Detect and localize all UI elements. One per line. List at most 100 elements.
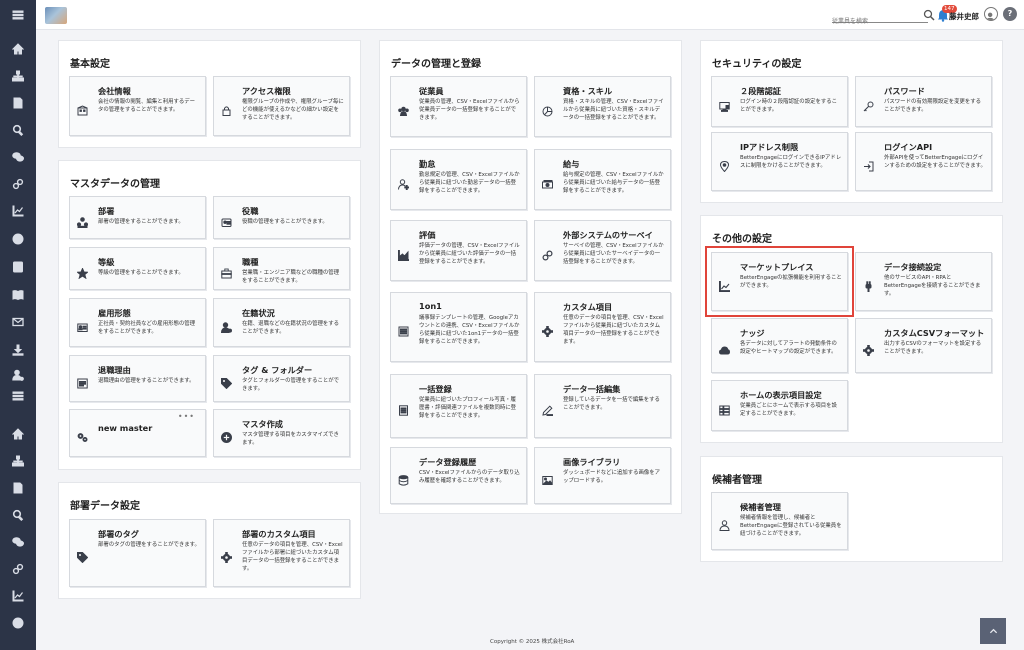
tile-desc: 部署のタグの管理をすることができます。 (98, 542, 200, 548)
tile-create-master[interactable]: マスタ作成 マスタ管理する項目をカスタマイズできます。 (213, 409, 350, 457)
link-icon[interactable] (9, 175, 27, 193)
tile-desc: 勤怠規定の管理、CSV・Excelファイルから従業員に紐づいた勤怠データの一括登… (419, 172, 520, 194)
home-icon[interactable] (9, 425, 27, 443)
tile-salary[interactable]: 給与 給与規定の管理、CSV・Excelファイルから従業員に紐づいた給与データの… (534, 149, 671, 210)
search-icon[interactable] (9, 121, 27, 139)
search-icon[interactable] (923, 9, 935, 21)
employee-search-input[interactable] (832, 14, 928, 29)
tile-employment-type[interactable]: 雇用形態 正社員・契約社員などの雇用形態の管理をすることができます。 (69, 298, 206, 347)
tile-title: 在籍状況 (242, 308, 275, 318)
tile-data-connection[interactable]: データ接続設定 他のサービスのAPI・RPAとBetterEngageを接続する… (855, 252, 992, 311)
more-options-icon[interactable]: ••• (178, 412, 195, 421)
info-icon[interactable] (9, 230, 27, 248)
tile-grade[interactable]: 等級 等級の管理をすることができます。 (69, 247, 206, 290)
location-icon (719, 157, 730, 172)
link-icon[interactable] (9, 560, 27, 578)
mail-icon[interactable] (9, 313, 27, 331)
tile-title: 雇用形態 (98, 308, 131, 318)
download-icon[interactable] (9, 341, 27, 359)
chart-icon[interactable] (9, 587, 27, 605)
tile-title: ログインAPI (884, 142, 933, 152)
tile-qualifications-skills[interactable]: 資格・スキル 資格・スキルの管理、CSV・Excelファイルから従業員に紐づいた… (534, 76, 671, 137)
org-chart-icon[interactable] (9, 67, 27, 85)
chart-icon[interactable] (9, 202, 27, 220)
tile-desc: 従業員の管理、CSV・Excelファイルから従業員データの一括登録をすることがで… (419, 99, 520, 121)
tile-evaluation[interactable]: 評価 評価データの管理、CSV・Excelファイルから従業員に紐づいた評価データ… (390, 220, 527, 281)
tile-desc: 評価データの管理、CSV・Excelファイルから従業員に紐づいた評価データの一括… (419, 243, 520, 265)
tile-department[interactable]: 部署 部署の管理をすることができます。 (69, 196, 206, 239)
tile-import-history[interactable]: データ登録履歴 CSV・Excelファイルからのデータ取り込み履歴を確認すること… (390, 447, 527, 504)
tile-employees[interactable]: 従業員 従業員の管理、CSV・Excelファイルから従業員データの一括登録をする… (390, 76, 527, 137)
company-logo[interactable] (45, 7, 67, 24)
tile-desc: 権限グループの作成や、権限グループ毎にどの機能が使えるかなどの細かい設定をするこ… (242, 99, 344, 121)
tile-nudge[interactable]: ナッジ 各データに対してアラートの発動条件の設定やヒートマップの設定ができます。 (711, 318, 848, 373)
tile-attendance[interactable]: 勤怠 勤怠規定の管理、CSV・Excelファイルから従業員に紐づいた勤怠データの… (390, 149, 527, 210)
tile-marketplace[interactable]: マーケットプレイス BetterEngageの拡張機能を利用することができます。 (705, 246, 854, 317)
tile-bulk-upload[interactable]: 一括登録 従業員に紐づいたプロフィール写真・履歴書・評価関連ファイルを複数同時に… (390, 374, 527, 438)
tile-desc: パスワードの有効期限設定を変更をすることができます。 (884, 99, 982, 113)
tile-title: 退職理由 (98, 365, 131, 375)
tile-title: 従業員 (419, 86, 444, 96)
search-icon[interactable] (9, 506, 27, 524)
tile-one-on-one[interactable]: 1on1 議事録テンプレートの管理、Googleアカウントとの連携、CSV・Ex… (390, 292, 527, 362)
chat-icon[interactable] (9, 148, 27, 166)
tile-title: データ接続設定 (884, 262, 942, 272)
tile-department-tags[interactable]: 部署のタグ 部署のタグの管理をすることができます。 (69, 519, 206, 587)
top-bar: 147 藤井史郎 ? (36, 0, 1024, 30)
info-icon[interactable] (9, 614, 27, 632)
tile-new-master[interactable]: ••• new master (69, 409, 206, 457)
tile-department-custom-fields[interactable]: 部署のカスタム項目 任意のデータの項目を管理、CSV・Excelファイルから部署… (213, 519, 350, 587)
tile-login-api[interactable]: ログインAPI 外部APIを使ってBetterEngageにログインするための設… (855, 132, 992, 191)
tile-two-factor-auth[interactable]: ２段階認証 ログイン時の２段階認証の設定をすることができます。 (711, 76, 848, 127)
tile-desc: タグとフォルダーの管理をすることができます。 (242, 378, 340, 392)
tile-title: 資格・スキル (563, 86, 613, 96)
employee-search (832, 8, 928, 29)
tile-title: 1on1 (419, 301, 442, 311)
tile-ip-restriction[interactable]: IPアドレス制限 BetterEngageにログインできるIPアドレスに制限をか… (711, 132, 848, 191)
tile-title: データ登録履歴 (419, 457, 477, 467)
key-icon (863, 97, 874, 111)
tile-custom-csv-format[interactable]: カスタムCSVフォーマット 出力するCSVのフォーマットを設定することができます… (855, 318, 992, 373)
tile-enrollment-status[interactable]: 在籍状況 在籍、退職などの在籍状況の管理をすることができます。 (213, 298, 350, 347)
tile-image-library[interactable]: 画像ライブラリ ダッシュボードなどに追加する画像をアップロードする。 (534, 447, 671, 504)
tile-password[interactable]: パスワード パスワードの有効期限設定を変更をすることができます。 (855, 76, 992, 127)
book-icon[interactable] (9, 286, 27, 304)
document-icon[interactable] (9, 94, 27, 112)
tile-job-type[interactable]: 職種 営業職・エンジニア職などの職種の管理をすることができます。 (213, 247, 350, 290)
org-chart-icon[interactable] (9, 452, 27, 470)
tile-desc: 会社の情報の閲覧、編集と利用するデータの管理をすることができます。 (98, 99, 196, 113)
help-button[interactable]: ? (1003, 7, 1017, 21)
tile-title: カスタムCSVフォーマット (884, 328, 985, 338)
tile-position[interactable]: 役職 役職の管理をすることができます。 (213, 196, 350, 239)
menu-icon[interactable] (9, 6, 27, 24)
tile-retirement-reason[interactable]: 退職理由 退職理由の管理をすることができます。 (69, 355, 206, 402)
tile-home-display-settings[interactable]: ホームの表示項目設定 従業員ごとにホームで表示する項目を設定することができます。 (711, 380, 848, 431)
tile-access-rights[interactable]: アクセス権限 権限グループの作成や、権限グループ毎にどの機能が使えるかなどの細か… (213, 76, 350, 136)
tile-desc: マスタ管理する項目をカスタマイズできます。 (242, 432, 339, 446)
menu-icon[interactable] (9, 387, 27, 405)
tile-candidate-management[interactable]: 候補者管理 候補者情報を管理し、候補者とBetterEngageに登録されている… (711, 492, 848, 550)
tile-external-survey[interactable]: 外部システムのサーベイ サーベイの管理、CSV・Excelファイルから従業員に紐… (534, 220, 671, 281)
profile-icon[interactable] (9, 258, 27, 276)
tile-title: 役職 (242, 206, 259, 216)
tile-tags-folders[interactable]: タグ & フォルダー タグとフォルダーの管理をすることができます。 (213, 355, 350, 402)
tile-custom-fields[interactable]: カスタム項目 任意のデータの項目を管理、CSV・Excelファイルから従業員に紐… (534, 292, 671, 362)
tile-company-info[interactable]: 会社情報 会社の情報の閲覧、編集と利用するデータの管理をすることができます。 (69, 76, 206, 136)
back-to-top-button[interactable] (980, 618, 1006, 644)
home-icon[interactable] (9, 40, 27, 58)
tile-bulk-edit[interactable]: データ一括編集 登録しているデータを一括で編集をすることができます。 (534, 374, 671, 438)
user-settings-icon[interactable] (9, 366, 27, 384)
chat-icon[interactable] (9, 533, 27, 551)
table-icon (719, 401, 730, 415)
tile-desc: 営業職・エンジニア職などの職種の管理をすることができます。 (242, 270, 340, 284)
security-settings-panel: セキュリティの設定 ２段階認証 ログイン時の２段階認証の設定をすることができます… (700, 40, 1003, 203)
tile-desc: 従業員ごとにホームで表示する項目を設定することができます。 (740, 403, 837, 417)
tile-desc: 従業員に紐づいたプロフィール写真・履歴書・評価関連ファイルを複数同時に登録をする… (419, 397, 517, 419)
money-icon (542, 175, 553, 188)
user-name[interactable]: 藤井史郎 (949, 11, 979, 22)
document-icon[interactable] (9, 479, 27, 497)
avatar[interactable] (984, 7, 998, 21)
section-title: 基本設定 (70, 59, 110, 70)
org-icon (76, 213, 89, 228)
tile-title: マスタ作成 (242, 419, 283, 429)
